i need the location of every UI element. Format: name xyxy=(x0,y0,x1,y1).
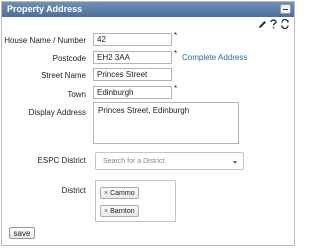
postcode-required-marker: * xyxy=(174,49,178,58)
display-address-label: Display Address xyxy=(28,108,86,117)
panel-header: Property Address xyxy=(2,2,294,17)
district-multiselect[interactable]: × Cammo × Barnton xyxy=(95,180,176,222)
toolbar xyxy=(258,19,289,30)
district-tag-label: Barnton xyxy=(110,207,135,215)
swap-icon[interactable] xyxy=(280,19,289,29)
espc-district-select[interactable]: Search for a District xyxy=(95,152,244,170)
house-required-marker: * xyxy=(174,31,178,40)
espc-district-placeholder: Search for a District xyxy=(103,157,165,165)
save-button[interactable]: save xyxy=(9,227,35,239)
district-tag: × Cammo xyxy=(100,187,139,199)
house-number-input[interactable]: 42 xyxy=(93,33,172,46)
postcode-label: Postcode xyxy=(52,54,86,63)
postcode-input[interactable]: EH2 3AA xyxy=(93,51,172,64)
district-tag: × Barnton xyxy=(100,205,139,217)
minimize-button[interactable] xyxy=(280,4,291,14)
district-label: District xyxy=(61,186,86,195)
street-label: Street Name xyxy=(41,71,86,80)
town-input[interactable]: Edinburgh xyxy=(93,86,172,99)
district-tag-label: Cammo xyxy=(110,189,135,197)
complete-address-link[interactable]: Complete Address xyxy=(182,53,247,62)
panel-title: Property Address xyxy=(7,4,83,14)
house-label: House Name / Number xyxy=(4,36,86,45)
display-address-textarea[interactable]: Princes Street, Edinburgh xyxy=(93,102,239,144)
chevron-down-icon xyxy=(233,161,237,164)
town-required-marker: * xyxy=(174,84,178,93)
remove-tag-icon[interactable]: × xyxy=(104,190,108,197)
street-name-input[interactable]: Princes Street xyxy=(93,68,172,81)
remove-tag-icon[interactable]: × xyxy=(104,208,108,215)
town-label: Town xyxy=(67,90,86,99)
help-icon[interactable] xyxy=(269,19,278,29)
pencil-icon[interactable] xyxy=(258,19,267,29)
espc-district-label: ESPC District xyxy=(37,156,86,165)
